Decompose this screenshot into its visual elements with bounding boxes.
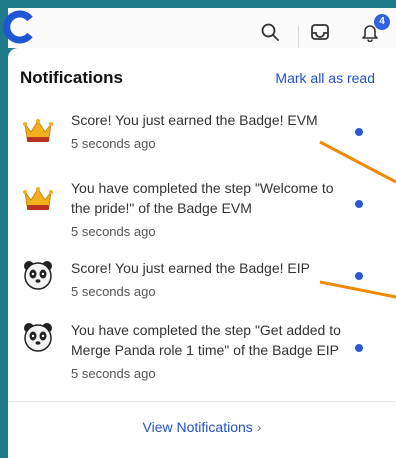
mark-all-read-link[interactable]: Mark all as read — [275, 70, 375, 86]
unread-dot — [355, 200, 363, 208]
notification-item[interactable]: Score! You just earned the Badge! EIP 5 … — [8, 256, 396, 306]
notification-message: Score! You just earned the Badge! EIP — [71, 260, 310, 276]
panel-title: Notifications — [20, 68, 123, 87]
inbox-icon[interactable] — [310, 22, 330, 42]
unread-dot — [355, 128, 363, 136]
notification-message: Score! You just earned the Badge! EVM — [71, 112, 318, 128]
notification-message: You have completed the step "Welcome to … — [71, 180, 334, 216]
panda-icon — [24, 323, 52, 352]
notification-time: 5 seconds ago — [71, 366, 156, 381]
unread-dot — [355, 272, 363, 280]
view-notifications-link[interactable]: View Notifications › — [8, 419, 396, 435]
unread-dot — [355, 344, 363, 352]
footer-divider — [8, 401, 396, 402]
notification-count-badge: 4 — [374, 14, 390, 30]
notifications-panel: Notifications Mark all as read Score! Yo… — [8, 48, 396, 458]
notification-time: 5 seconds ago — [71, 224, 156, 239]
crown-icon — [23, 119, 53, 142]
crown-icon — [23, 187, 53, 210]
search-icon[interactable] — [260, 22, 280, 42]
panda-icon — [24, 261, 52, 290]
toolbar-divider — [298, 26, 299, 48]
brand-logo-icon[interactable] — [2, 10, 36, 44]
notification-item[interactable]: Score! You just earned the Badge! EVM 5 … — [8, 108, 396, 158]
notification-time: 5 seconds ago — [71, 136, 156, 151]
notification-item[interactable]: You have completed the step "Welcome to … — [8, 176, 396, 248]
notification-item[interactable]: You have completed the step "Get added t… — [8, 318, 396, 390]
notification-message: You have completed the step "Get added t… — [71, 322, 341, 358]
notification-time: 5 seconds ago — [71, 284, 156, 299]
chevron-right-icon: › — [256, 419, 262, 435]
view-notifications-label: View Notifications — [142, 419, 253, 435]
top-bar: 4 — [3, 8, 396, 48]
